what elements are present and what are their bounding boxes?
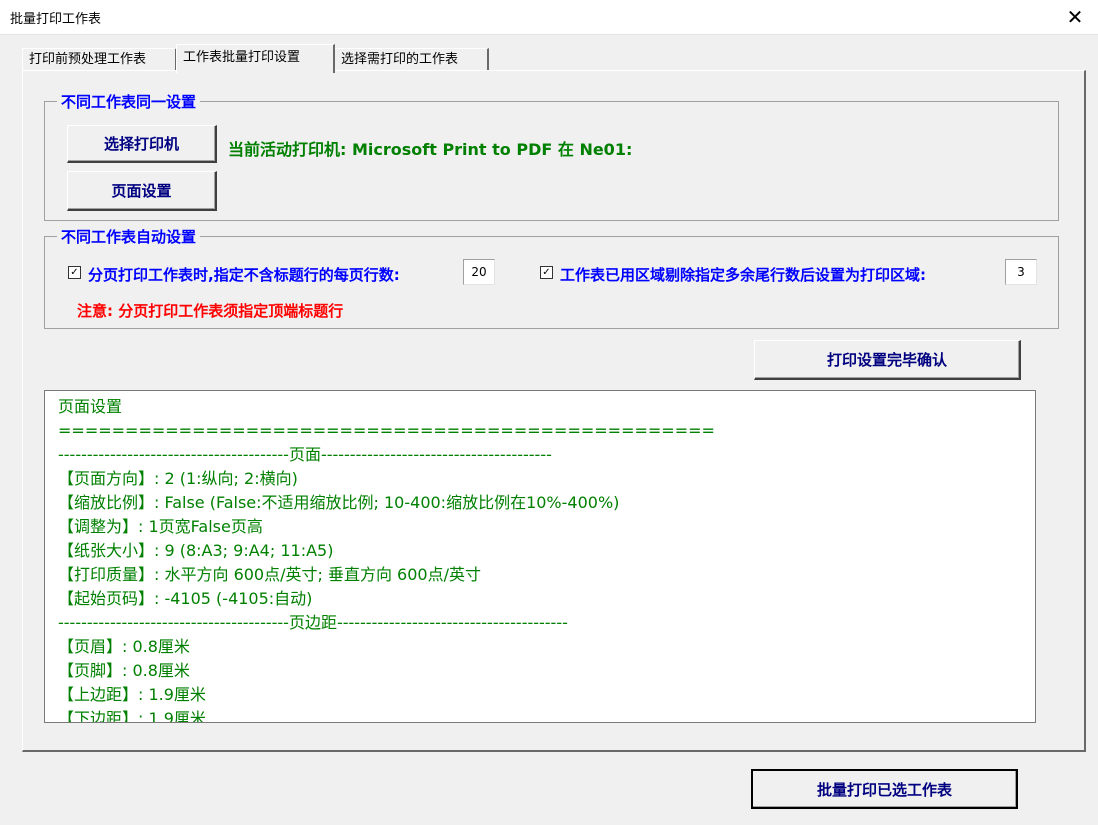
- tab-select-sheets[interactable]: 选择需打印的工作表: [334, 48, 489, 71]
- paging-checkbox[interactable]: ✓: [68, 266, 81, 279]
- group-auto-settings-title: 不同工作表自动设置: [57, 226, 201, 247]
- output-line: 【调整为】: 1页宽False页高: [58, 517, 263, 536]
- confirm-settings-button[interactable]: 打印设置完毕确认: [754, 340, 1021, 380]
- title-bar: 批量打印工作表 ✕: [0, 0, 1098, 35]
- output-line: 【页面方向】: 2 (1:纵向; 2:横向): [58, 469, 298, 488]
- output-line: 【页眉】: 0.8厘米: [58, 637, 190, 656]
- close-icon[interactable]: ✕: [1052, 0, 1098, 34]
- output-line: 【上边距】: 1.9厘米: [58, 685, 206, 704]
- batch-print-button[interactable]: 批量打印已选工作表: [751, 769, 1018, 809]
- group-same-settings-title: 不同工作表同一设置: [57, 91, 201, 112]
- extra-rows-input[interactable]: 3: [1005, 259, 1037, 285]
- output-line: 【缩放比例】: False (False:不适用缩放比例; 10-400:缩放比…: [58, 493, 620, 512]
- paging-rows-input[interactable]: 20: [463, 259, 495, 285]
- output-line: 【起始页码】: -4105 (-4105:自动): [58, 589, 313, 608]
- title-row-note: 注意: 分页打印工作表须指定顶端标题行: [77, 302, 344, 320]
- output-line: ----------------------------------------…: [58, 613, 568, 632]
- select-printer-button[interactable]: 选择打印机: [67, 125, 217, 163]
- page-setup-button[interactable]: 页面设置: [67, 171, 217, 211]
- usedrange-label: 工作表已用区域剔除指定多余尾行数后设置为打印区域:: [560, 266, 927, 284]
- output-line: ========================================…: [58, 421, 715, 440]
- tab-batch-print-settings[interactable]: 工作表批量打印设置: [176, 44, 335, 73]
- paging-label: 分页打印工作表时,指定不含标题行的每页行数:: [88, 266, 400, 284]
- output-line: 【纸张大小】: 9 (8:A3; 9:A4; 11:A5): [58, 541, 334, 560]
- settings-output-textbox[interactable]: 页面设置 ===================================…: [44, 390, 1036, 723]
- usedrange-checkbox[interactable]: ✓: [540, 266, 553, 279]
- output-line: 【页脚】: 0.8厘米: [58, 661, 190, 680]
- output-line: 【下边距】: 1.9厘米: [58, 709, 206, 723]
- window-title: 批量打印工作表: [10, 12, 102, 27]
- output-line: 页面设置: [58, 397, 123, 416]
- output-line: 【打印质量】: 水平方向 600点/英寸; 垂直方向 600点/英寸: [58, 565, 481, 584]
- tab-preprocess[interactable]: 打印前预处理工作表: [22, 48, 177, 71]
- output-line: ----------------------------------------…: [58, 445, 552, 464]
- current-printer-label: 当前活动打印机: Microsoft Print to PDF 在 Ne01:: [228, 140, 633, 159]
